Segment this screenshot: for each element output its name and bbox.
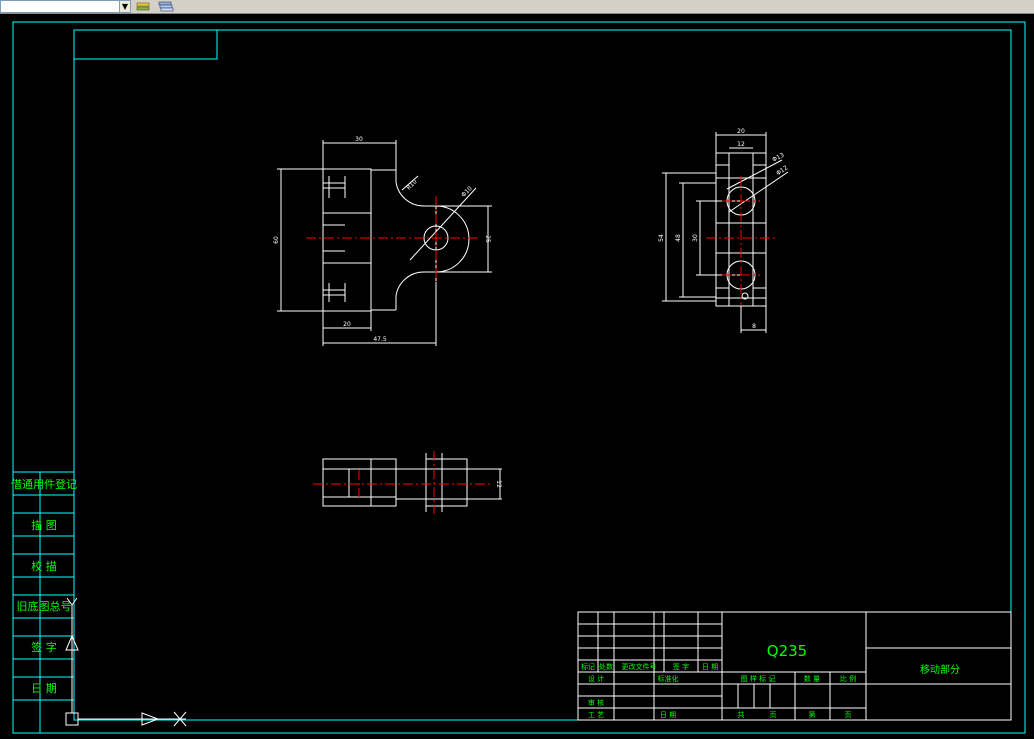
dim-front-diameter: Φ10 bbox=[460, 185, 474, 199]
dim-front-bottom-short: 20 bbox=[343, 321, 351, 328]
rev-header-change-doc: 更改文件号 bbox=[622, 662, 657, 671]
front-view: 30 60 20 47.5 25 R10 Φ10 bbox=[273, 136, 492, 346]
label-process: 工 艺 bbox=[588, 711, 604, 719]
side-label-signature: 签 字 bbox=[31, 640, 57, 654]
label-review: 审 核 bbox=[588, 698, 604, 707]
dim-side-h1: 54 bbox=[658, 234, 665, 242]
toolbar: ▼ bbox=[0, 0, 1034, 14]
layers-icon[interactable] bbox=[135, 0, 151, 12]
side-label-trace: 描 图 bbox=[31, 518, 57, 532]
part-name-label: 移动部分 bbox=[920, 663, 960, 676]
label-page: 页 bbox=[770, 711, 777, 719]
dim-plan-right: 12 bbox=[495, 480, 502, 488]
label-sheet-no: 第 bbox=[809, 710, 816, 719]
label-stage-mark: 图 样 标 记 bbox=[741, 674, 776, 683]
label-design: 设 计 bbox=[588, 674, 604, 683]
dim-side-top-inner: 12 bbox=[737, 141, 745, 148]
chevron-down-icon[interactable]: ▼ bbox=[119, 0, 131, 13]
dim-side-bottom: 8 bbox=[752, 323, 756, 330]
label-page-2: 页 bbox=[845, 711, 852, 719]
rev-header-signature: 签 字 bbox=[673, 662, 689, 671]
drawing-canvas[interactable]: 借通用件登记 描 图 校 描 旧底图总号 签 字 日 期 30 60 20 47… bbox=[0, 14, 1034, 739]
rev-header-count: 处数 bbox=[599, 662, 613, 671]
label-total: 共 bbox=[738, 710, 745, 719]
dim-side-h3: 30 bbox=[692, 234, 699, 242]
plan-view: 12 bbox=[313, 451, 502, 514]
label-date: 日 期 bbox=[660, 711, 676, 719]
drawing-frame bbox=[12, 21, 1026, 734]
material-label: Q235 bbox=[767, 642, 807, 660]
label-scale: 比 例 bbox=[840, 674, 856, 683]
side-label-check: 校 描 bbox=[31, 559, 57, 573]
side-label-old-drawing-no: 旧底图总号 bbox=[17, 599, 72, 613]
dim-front-radius: R10 bbox=[405, 178, 418, 191]
layer-combo[interactable] bbox=[0, 0, 120, 13]
rev-header-mark: 标记 bbox=[581, 662, 595, 671]
dim-side-diameter-2: Φ12 bbox=[775, 164, 789, 177]
side-label-date: 日 期 bbox=[31, 682, 57, 695]
label-quantity: 数 量 bbox=[804, 674, 820, 683]
dim-front-bottom-long: 47.5 bbox=[373, 336, 387, 343]
side-label-borrow: 借通用件登记 bbox=[11, 477, 77, 491]
dim-front-top: 30 bbox=[355, 136, 363, 143]
dim-front-right: 25 bbox=[484, 235, 491, 243]
dim-side-top: 20 bbox=[737, 128, 745, 135]
dim-front-left: 60 bbox=[273, 236, 280, 244]
dim-side-h2: 48 bbox=[675, 234, 682, 242]
layer-properties-icon[interactable] bbox=[157, 0, 175, 12]
ucs-icon bbox=[65, 597, 187, 727]
side-registration-column: 借通用件登记 描 图 校 描 旧底图总号 签 字 日 期 bbox=[11, 471, 77, 733]
side-view: 20 12 Φ13 Φ12 54 48 30 8 bbox=[658, 128, 789, 333]
rev-header-date: 日 期 bbox=[702, 663, 718, 671]
title-block: Q235 移动部分 标记 处数 更改文件号 签 字 日 期 设 计 标准化 审 … bbox=[577, 611, 1012, 721]
label-standardize: 标准化 bbox=[658, 674, 679, 683]
